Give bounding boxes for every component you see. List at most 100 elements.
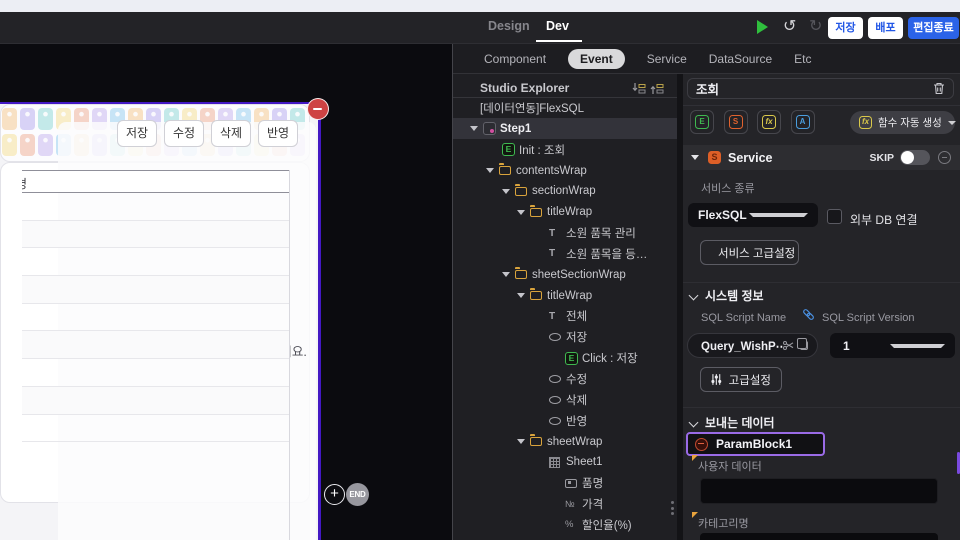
tree-item-label: sheetWrap xyxy=(547,435,603,448)
tab-etc[interactable]: Etc xyxy=(794,52,811,66)
tree-item[interactable]: % 할인율(%) xyxy=(453,515,677,536)
service-type-select[interactable]: FlexSQL xyxy=(688,203,818,227)
orange-s-icon: S xyxy=(728,115,743,129)
finish-edit-button[interactable]: 편집종료 xyxy=(908,17,959,39)
add-step-button[interactable]: + xyxy=(324,484,345,505)
tree-item-label: 할인율(%) xyxy=(582,519,632,532)
tree-item[interactable]: titleWrap xyxy=(453,285,677,306)
sql-script-version-select[interactable]: 1 xyxy=(830,333,955,358)
tab-design[interactable]: Design xyxy=(488,19,530,33)
text-icon: T xyxy=(549,310,556,322)
service-section-title: Service xyxy=(728,150,773,165)
table-row[interactable] xyxy=(22,193,289,221)
sql-script-name-chip[interactable]: Query_WishP⋯ xyxy=(687,333,818,358)
tree-item[interactable]: [데이터연동]FlexSQL xyxy=(453,98,677,119)
canvas-button[interactable]: 저장 xyxy=(117,120,157,147)
table-row[interactable] xyxy=(22,276,289,304)
service-advanced-button[interactable]: 서비스 고급설정 xyxy=(700,240,799,265)
col-pct-icon: % xyxy=(565,519,574,531)
tab-component[interactable]: Component xyxy=(484,52,546,66)
link-icon[interactable] xyxy=(802,308,815,321)
remove-step-icon[interactable] xyxy=(307,98,329,120)
collapse-section-icon[interactable] xyxy=(938,151,951,164)
param-block-item[interactable]: ParamBlock1 xyxy=(686,432,825,456)
panel-resize-handle[interactable] xyxy=(671,501,674,515)
tree-item[interactable]: T 소원 품목 관리 xyxy=(453,223,677,244)
deploy-button[interactable]: 배포 xyxy=(868,17,903,39)
external-db-checkbox[interactable] xyxy=(827,209,842,224)
tree-arrow-icon[interactable] xyxy=(502,272,515,277)
tab-service[interactable]: Service xyxy=(647,52,687,66)
tree-arrow-icon[interactable] xyxy=(517,210,530,215)
event-type-button-e[interactable]: E xyxy=(690,110,714,134)
event-type-button-a[interactable]: A xyxy=(790,110,815,134)
system-advanced-button[interactable]: 고급설정 xyxy=(700,367,782,392)
table-row[interactable] xyxy=(22,220,289,249)
collapse-all-icon[interactable] xyxy=(632,82,646,95)
tab-event[interactable]: Event xyxy=(568,48,625,69)
tree-item[interactable]: E Click : 저장 xyxy=(453,348,677,369)
table-row[interactable] xyxy=(22,331,289,360)
tree-item[interactable]: 반영 xyxy=(453,410,677,431)
folder-icon xyxy=(499,163,511,176)
tree-item[interactable]: T 소원 품목을 등… xyxy=(453,244,677,265)
tree-arrow-icon[interactable] xyxy=(486,168,499,173)
tree-item[interactable]: 삭제 xyxy=(453,390,677,411)
send-data-section-header[interactable]: 보내는 데이터 xyxy=(688,414,775,431)
tree-item[interactable]: № 가격 xyxy=(453,494,677,515)
tree-item[interactable]: sheetSectionWrap xyxy=(453,264,677,285)
tree-item[interactable]: 수정 xyxy=(453,369,677,390)
event-type-button-fx[interactable]: fx xyxy=(757,110,781,134)
category-name-input[interactable] xyxy=(700,533,938,540)
table-row[interactable] xyxy=(22,415,289,443)
tree-item-label: Init : 조회 xyxy=(519,144,566,157)
expand-all-icon[interactable] xyxy=(650,82,664,95)
table-row[interactable] xyxy=(22,359,289,387)
screen-icon xyxy=(483,122,500,136)
table-row[interactable] xyxy=(22,304,289,332)
autogen-function-button[interactable]: fx 함수 자동 생성 xyxy=(850,111,956,134)
remove-param-icon[interactable] xyxy=(695,437,708,451)
tree-arrow-icon[interactable] xyxy=(517,439,530,444)
canvas-button[interactable]: 삭제 xyxy=(211,120,251,147)
user-data-input[interactable] xyxy=(700,478,938,504)
tree-item[interactable]: Step1 xyxy=(453,118,677,140)
canvas-button[interactable]: 반영 xyxy=(258,120,298,147)
tree-item[interactable]: E Init : 조회 xyxy=(453,139,677,160)
trash-icon[interactable] xyxy=(933,82,945,95)
copy-icon[interactable] xyxy=(797,338,808,350)
skip-toggle[interactable] xyxy=(900,150,930,165)
tree-item[interactable]: sectionWrap xyxy=(453,181,677,202)
design-canvas[interactable]: 소원 품목을 등록하고 관리할 수 있어요. 저장수정삭제반영 품명 xyxy=(0,102,321,540)
tree-item[interactable]: contentsWrap xyxy=(453,160,677,181)
event-type-button-s[interactable]: S xyxy=(723,110,748,134)
tree-item[interactable]: titleWrap xyxy=(453,202,677,223)
service-advanced-label: 서비스 고급설정 xyxy=(718,247,796,260)
undo-icon[interactable]: ↺ xyxy=(783,16,796,36)
table-row[interactable] xyxy=(22,386,289,415)
tree-item[interactable]: sheetWrap xyxy=(453,431,677,452)
tree-arrow-icon[interactable] xyxy=(470,126,483,131)
redo-icon[interactable]: ↻ xyxy=(809,16,822,36)
external-db-label: 외부 DB 연결 xyxy=(850,213,918,227)
table-row[interactable] xyxy=(22,248,289,277)
tree-item[interactable]: 품명 xyxy=(453,473,677,494)
editor-tab-row: Component Event Service DataSource Etc xyxy=(453,44,960,74)
service-section-header[interactable]: S Service SKIP xyxy=(683,145,960,170)
tab-dev[interactable]: Dev xyxy=(546,19,569,33)
tree-arrow-icon[interactable] xyxy=(517,293,530,298)
scissors-icon[interactable] xyxy=(783,340,794,351)
tree-item[interactable]: 저장 xyxy=(453,327,677,348)
system-info-section-header[interactable]: 시스템 정보 xyxy=(688,287,764,304)
tab-datasource[interactable]: DataSource xyxy=(709,52,772,66)
tree-arrow-icon[interactable] xyxy=(502,189,515,194)
data-grid[interactable]: 품명 xyxy=(22,170,290,540)
save-button[interactable]: 저장 xyxy=(828,17,863,39)
flow-end-node[interactable]: END xyxy=(346,483,369,506)
canvas-button[interactable]: 수정 xyxy=(164,120,204,147)
service-properties-panel: 조회 E Sfx A fx 함수 자동 생성 S Service SKIP 서비스 … xyxy=(683,74,960,540)
tree-item[interactable]: Sheet1 xyxy=(453,452,677,473)
service-title-box[interactable]: 조회 xyxy=(687,78,954,99)
tree-item[interactable]: T 전체 xyxy=(453,306,677,327)
run-icon[interactable] xyxy=(757,20,768,34)
